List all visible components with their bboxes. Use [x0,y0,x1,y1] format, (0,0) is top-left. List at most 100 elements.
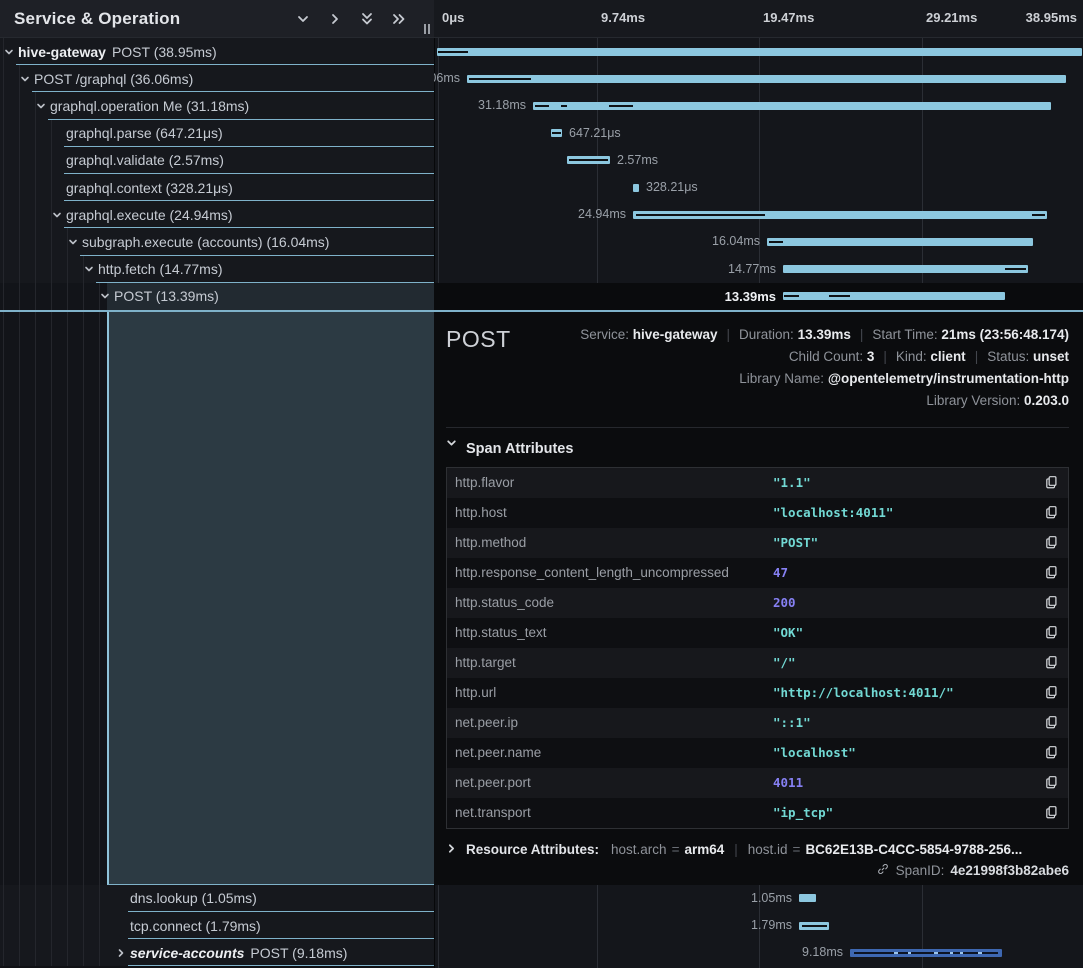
copy-value-button[interactable] [1042,534,1060,552]
attribute-value: "POST" [773,535,1042,550]
operation-name: graphql.context (328.21μs) [66,180,233,196]
duration-bar[interactable] [437,48,1082,56]
span-row[interactable]: dns.lookup (1.05ms)1.05ms [0,885,1083,912]
attribute-key: http.flavor [455,475,773,490]
child-span-mark [829,295,850,297]
link-icon[interactable] [876,862,890,879]
span-row-label-cell: POST (13.39ms) [0,283,434,310]
copy-value-button[interactable] [1042,684,1060,702]
overview-field-value: 0.203.0 [1024,393,1069,408]
attribute-key: http.host [455,505,773,520]
chevron-down-icon[interactable] [68,237,78,247]
span-label: graphql.execute (24.94ms) [66,207,233,223]
copy-value-button[interactable] [1042,504,1060,522]
span-attributes-header[interactable]: Span Attributes [446,438,1069,460]
span-row[interactable]: POST (13.39ms) 13.39ms [0,283,1083,310]
duration-bar[interactable] [783,265,1028,273]
service-name: service-accounts [130,945,244,961]
duration-bar[interactable] [633,184,639,192]
duration-bar[interactable] [633,211,1047,219]
span-label: graphql.parse (647.21μs) [66,125,223,141]
overview-line: Child Count: 3|Kind: client|Status: unse… [511,346,1069,368]
span-row[interactable]: graphql.operation Me (31.18ms)31.18ms [0,92,1083,119]
duration-bar[interactable] [799,922,829,930]
copy-value-button[interactable] [1042,714,1060,732]
span-row-label-cell: POST /graphql (36.06ms) [0,65,434,92]
copy-value-button[interactable] [1042,594,1060,612]
span-row[interactable]: graphql.parse (647.21μs)647.21μs [0,120,1083,147]
trace-viewer: Service & Operation 0μs 9.74ms 19.47ms 2… [0,0,1083,968]
collapse-all-icon[interactable] [358,10,376,28]
copy-value-button[interactable] [1042,564,1060,582]
span-row[interactable]: hive-gatewayPOST (38.95ms)38.95ms [0,38,1083,65]
resource-attributes-header[interactable]: Resource Attributes: host.arch=arm64|hos… [446,842,1069,857]
operation-name: graphql.operation Me (31.18ms) [50,98,249,114]
child-span-dot [978,952,982,954]
span-row[interactable]: tcp.connect (1.79ms)1.79ms [0,912,1083,939]
attribute-row: net.peer.name"localhost" [447,738,1068,768]
attribute-row: http.host"localhost:4011" [447,498,1068,528]
duration-bar[interactable] [533,102,1051,110]
field-separator: | [851,327,873,342]
bar-duration-label: 2.57ms [617,147,658,174]
chevron-down-icon[interactable] [84,264,94,274]
duration-bar[interactable] [767,238,1033,246]
copy-value-button[interactable] [1042,744,1060,762]
attribute-value: "/" [773,655,1042,670]
span-row-label-cell: graphql.validate (2.57ms) [0,147,434,174]
span-row[interactable]: POST /graphql (36.06ms)36.06ms [0,65,1083,92]
span-row-timeline-cell: 2.57ms [434,147,1083,174]
span-row[interactable]: service-accountsPOST (9.18ms)9.18ms [0,939,1083,966]
operation-name: subgraph.execute (accounts) (16.04ms) [82,234,329,250]
attribute-value: "1.1" [773,475,1042,490]
field-separator: | [874,349,896,364]
child-span-dot [960,952,963,954]
indent-gutter [0,312,107,885]
copy-value-button[interactable] [1042,624,1060,642]
span-row-label-cell: graphql.operation Me (31.18ms) [0,92,434,119]
copy-value-button[interactable] [1042,804,1060,822]
attribute-row: http.status_code200 [447,588,1068,618]
duration-bar[interactable] [467,75,1066,83]
span-row[interactable]: subgraph.execute (accounts) (16.04ms) 16.… [0,228,1083,255]
axis-tick: 9.74ms [601,10,645,25]
span-row[interactable]: graphql.execute (24.94ms)24.94ms [0,201,1083,228]
attribute-value: "::1" [773,715,1042,730]
bar-duration-label: 14.77ms [728,256,776,283]
span-row[interactable]: graphql.context (328.21μs)328.21μs [0,174,1083,201]
copy-value-button[interactable] [1042,774,1060,792]
chevron-down-icon[interactable] [20,74,30,84]
copy-value-button[interactable] [1042,654,1060,672]
expand-all-icon[interactable] [390,10,408,28]
bar-duration-label: 13.39ms [725,283,776,310]
duration-bar[interactable] [799,894,816,902]
chevron-down-icon[interactable] [52,210,62,220]
span-label: tcp.connect (1.79ms) [130,918,261,934]
expand-one-icon[interactable] [326,10,344,28]
collapse-one-icon[interactable] [294,10,312,28]
chevron-down-icon[interactable] [36,101,46,111]
attribute-row: http.target"/" [447,648,1068,678]
operation-name: POST /graphql (36.06ms) [34,71,193,87]
overview-field-label: Duration: [739,327,798,342]
span-row-timeline-cell: 16.04ms [434,228,1083,255]
span-row[interactable]: graphql.validate (2.57ms) 2.57ms [0,147,1083,174]
duration-bar[interactable] [551,129,562,137]
overview-field-value: 21ms (23:56:48.174) [941,327,1069,342]
copy-value-button[interactable] [1042,474,1060,492]
span-detail-panel: POST Service: hive-gateway|Duration: 13.… [434,312,1083,885]
chevron-down-icon[interactable] [100,291,110,301]
child-span-dot [934,952,938,954]
duration-bar[interactable] [567,156,610,164]
operation-name: POST (13.39ms) [114,288,219,304]
span-row-label-cell: dns.lookup (1.05ms) [0,885,434,912]
duration-bar[interactable] [783,292,1005,300]
chevron-right-icon[interactable] [116,948,126,958]
span-row-timeline-cell: 13.39ms [434,283,1083,310]
duration-bar[interactable] [850,949,1002,957]
span-row[interactable]: http.fetch (14.77ms)14.77ms [0,256,1083,283]
column-resizer-handle[interactable] [424,24,430,34]
attribute-key: net.peer.name [455,745,773,760]
span-label: graphql.operation Me (31.18ms) [50,98,249,114]
chevron-down-icon[interactable] [4,47,14,57]
